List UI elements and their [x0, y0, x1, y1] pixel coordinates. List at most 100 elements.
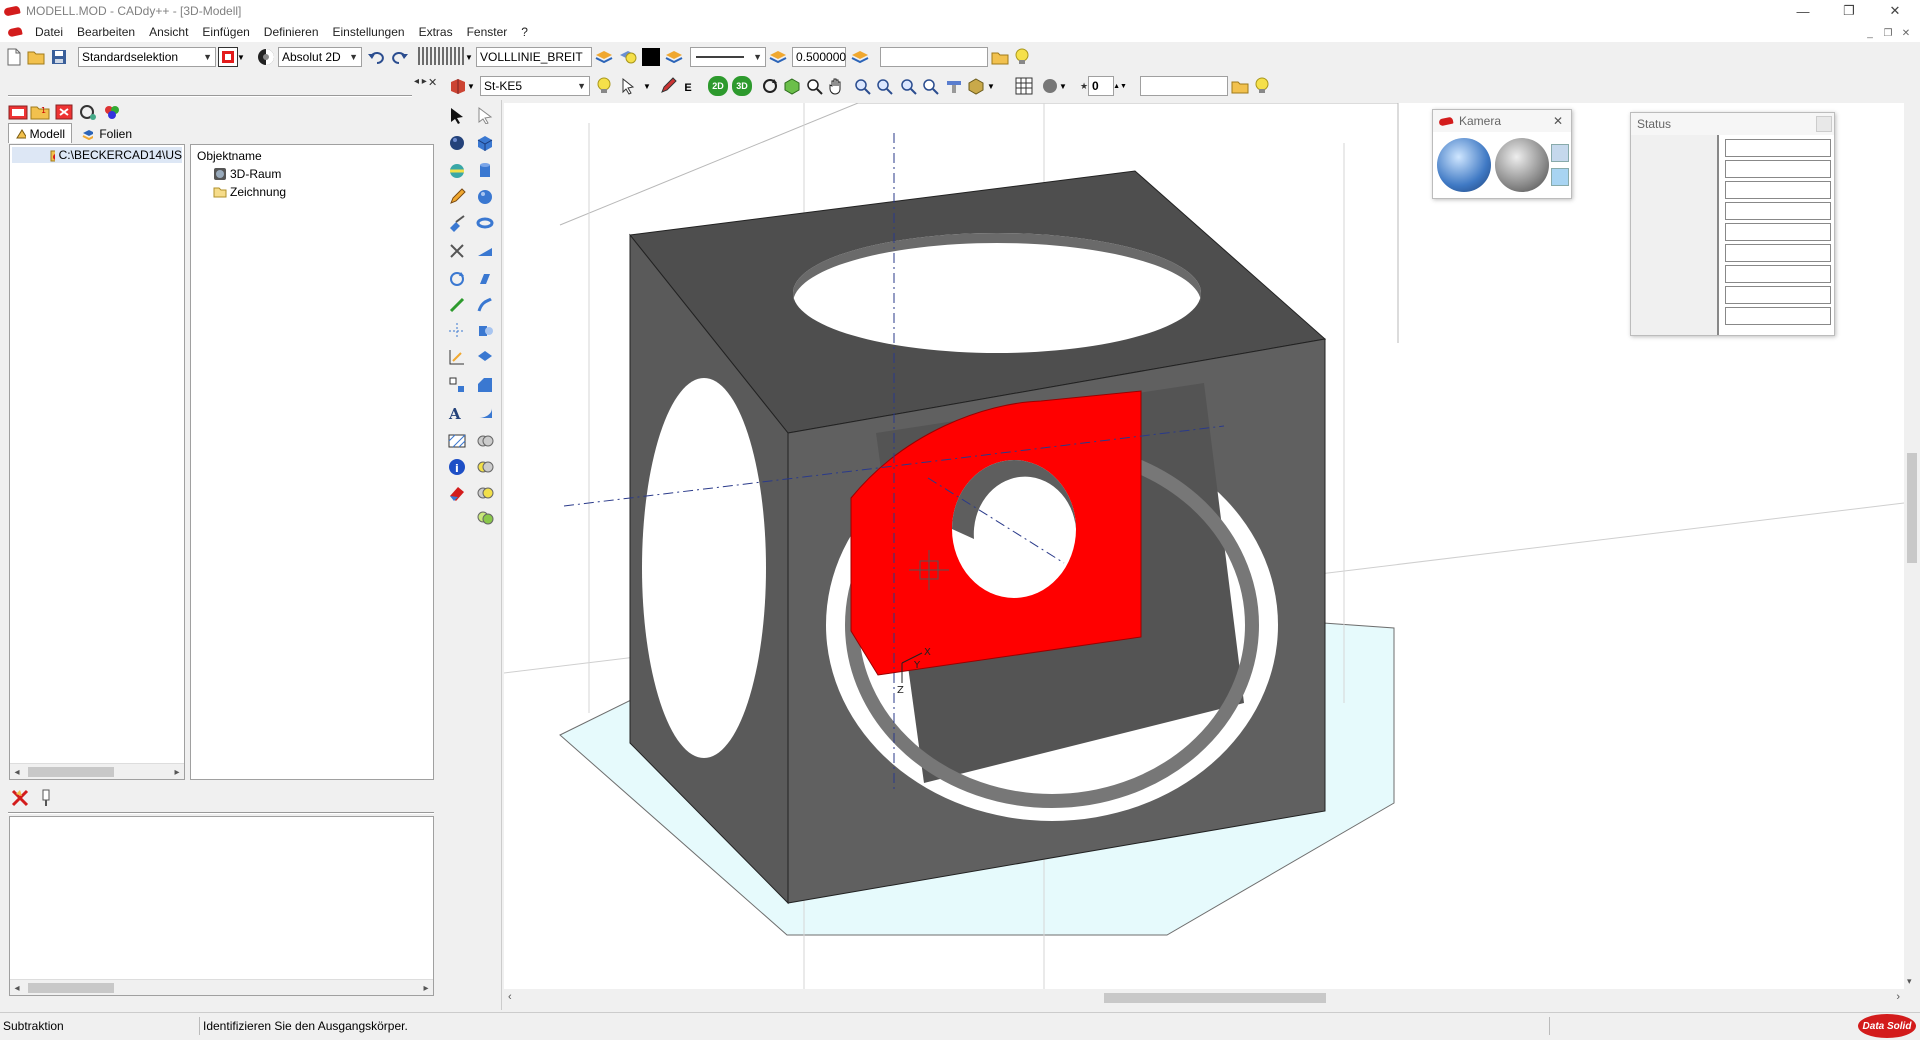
menu-fenster[interactable]: Fenster — [460, 25, 515, 39]
scroll-right-icon[interactable]: › — [1896, 991, 1900, 1003]
layers-icon[interactable] — [768, 47, 788, 67]
shading-sphere-icon[interactable] — [1040, 76, 1060, 96]
axis-tool-icon[interactable] — [446, 320, 468, 342]
boolean-union-icon[interactable] — [474, 430, 496, 452]
view-cube-small-icon[interactable] — [1551, 144, 1569, 162]
view-2d-button[interactable]: 2D — [708, 76, 728, 96]
viewport-vscrollbar[interactable]: ▾ — [1904, 103, 1920, 989]
rotate-view-icon[interactable] — [760, 76, 780, 96]
new-file-icon[interactable] — [4, 47, 24, 67]
loft-icon[interactable] — [474, 346, 496, 368]
redo-icon[interactable] — [390, 47, 410, 67]
scroll-right-icon[interactable]: ▸ — [419, 980, 433, 996]
zoom-all-icon[interactable] — [898, 76, 918, 96]
scroll-right-icon[interactable]: ▸ — [170, 764, 184, 780]
tab-folien[interactable]: Folien — [76, 124, 138, 144]
info-icon[interactable]: i — [446, 456, 468, 478]
view-box-small-icon[interactable] — [1551, 168, 1569, 186]
node-tool-icon[interactable] — [446, 374, 468, 396]
select-arrow-icon[interactable] — [446, 104, 468, 126]
zoom-previous-icon[interactable] — [920, 76, 940, 96]
zoom-window-icon[interactable] — [804, 76, 824, 96]
folder-light-icon[interactable] — [990, 47, 1010, 67]
minimize-button[interactable]: — — [1780, 0, 1826, 22]
boolean-intersect-icon[interactable] — [474, 482, 496, 504]
extrude-icon[interactable] — [474, 268, 496, 290]
spin-value-field[interactable]: 0 — [1088, 76, 1114, 96]
lightbulb-icon[interactable] — [1252, 76, 1272, 96]
material-icon[interactable] — [448, 76, 468, 96]
edit-e-icon[interactable]: E — [678, 78, 698, 98]
menu-extras[interactable]: Extras — [412, 25, 460, 39]
properties-hscrollbar[interactable]: ◂ ▸ — [10, 979, 433, 995]
menu-einfuegen[interactable]: Einfügen — [195, 25, 256, 39]
menu-einstellungen[interactable]: Einstellungen — [326, 25, 412, 39]
panel-close-icon[interactable]: ✕ — [428, 76, 437, 89]
3d-viewport[interactable]: Y X Z Kamera ✕ Status — [504, 103, 1904, 989]
selection-mode-select[interactable]: Standardselektion ▼ — [78, 47, 216, 67]
eraser-icon[interactable] — [446, 482, 468, 504]
delete-model-icon[interactable] — [54, 102, 74, 122]
surface-shade-icon[interactable] — [446, 160, 468, 182]
scroll-left-icon[interactable]: ◂ — [10, 980, 24, 996]
layer-light-icon[interactable] — [618, 47, 638, 67]
text-tool-icon[interactable]: A — [446, 402, 468, 424]
wedge-primitive-icon[interactable] — [474, 240, 496, 262]
modify-tool-icon[interactable] — [446, 212, 468, 234]
cylinder-primitive-icon[interactable] — [474, 160, 496, 182]
box-primitive-icon[interactable] — [474, 132, 496, 154]
rotate-tool-icon[interactable] — [446, 268, 468, 290]
lightbulb-icon[interactable] — [1012, 47, 1032, 67]
panel-pin-icon[interactable]: ◂ ▸ — [414, 76, 427, 87]
revolve-icon[interactable] — [474, 320, 496, 342]
scroll-left-icon[interactable]: ◂ — [10, 764, 24, 780]
open-folder-icon[interactable] — [26, 47, 46, 67]
mesh-icon[interactable] — [1014, 76, 1034, 96]
tree-hscrollbar[interactable]: ◂ ▸ — [10, 763, 184, 779]
line-style-select[interactable]: ▼ — [690, 47, 766, 67]
toolbar-tool-icon[interactable] — [944, 76, 964, 96]
select-outline-icon[interactable] — [474, 104, 496, 126]
view-cube-icon[interactable] — [782, 76, 802, 96]
chevron-down-icon[interactable]: ▼ — [1058, 76, 1068, 96]
secondary-field[interactable] — [1140, 76, 1228, 96]
chevron-down-icon[interactable]: ▼ — [642, 76, 652, 96]
solid-sphere-icon[interactable] — [446, 132, 468, 154]
delete-tool-icon[interactable] — [10, 788, 30, 808]
orbit-object-button[interactable] — [1495, 138, 1549, 192]
menu-help[interactable]: ? — [514, 25, 535, 39]
hatch-tool-icon[interactable] — [446, 430, 468, 452]
fillet-icon[interactable] — [474, 402, 496, 424]
pin-tool-icon[interactable] — [36, 788, 56, 808]
scroll-thumb[interactable] — [28, 767, 114, 777]
line-width-field[interactable]: 0.500000 — [792, 47, 846, 67]
spinner-arrows-icon[interactable]: ▲▼ — [1113, 76, 1127, 96]
model-list-icon[interactable] — [8, 102, 28, 122]
scroll-thumb[interactable] — [28, 983, 114, 993]
zoom-out-icon[interactable] — [874, 76, 894, 96]
measure-tool-icon[interactable] — [446, 294, 468, 316]
scroll-left-icon[interactable]: ‹ — [508, 991, 512, 1003]
menu-datei[interactable]: Datei — [28, 25, 70, 39]
refresh-icon[interactable] — [78, 102, 98, 122]
chevron-down-icon[interactable]: ▼ — [464, 47, 474, 67]
pointer-options-icon[interactable] — [620, 76, 640, 96]
mdi-close-button[interactable]: ✕ — [1898, 26, 1914, 40]
torus-primitive-icon[interactable] — [474, 212, 496, 234]
pan-hand-icon[interactable] — [826, 76, 846, 96]
folder-new-icon[interactable]: 1 — [30, 102, 50, 122]
edit-pen-icon[interactable] — [658, 76, 678, 96]
tab-modell[interactable]: Modell — [8, 123, 72, 143]
color-swatch[interactable] — [642, 48, 660, 66]
boolean-cut-icon[interactable] — [474, 506, 496, 528]
orbit-camera-button[interactable] — [1437, 138, 1491, 192]
menu-definieren[interactable]: Definieren — [257, 25, 326, 39]
dimension-tool-icon[interactable] — [446, 346, 468, 368]
chevron-down-icon[interactable]: ▼ — [236, 47, 246, 67]
undo-icon[interactable] — [366, 47, 386, 67]
view-3d-button[interactable]: 3D — [732, 76, 752, 96]
model-path-item[interactable]: C:\BECKERCAD14\US — [12, 147, 182, 163]
chamfer-icon[interactable] — [474, 374, 496, 396]
lightbulb-icon[interactable] — [594, 76, 614, 96]
restore-button[interactable]: ❐ — [1826, 0, 1872, 22]
